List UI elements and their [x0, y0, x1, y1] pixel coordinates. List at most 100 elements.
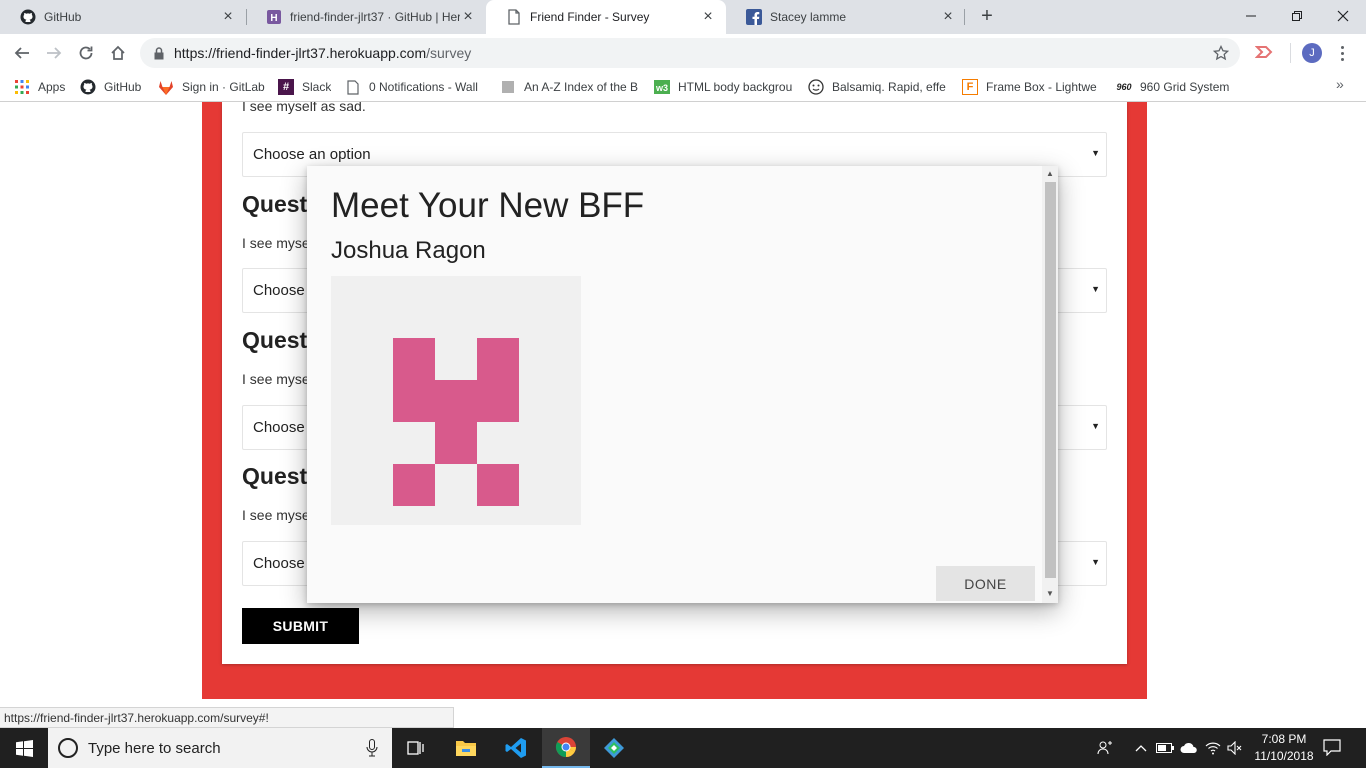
wifi-icon[interactable] [1204, 740, 1222, 756]
profile-avatar[interactable]: J [1302, 43, 1322, 63]
question-text: I see myself as sad. [242, 102, 366, 114]
balsamiq-icon [808, 79, 824, 95]
close-icon[interactable]: × [220, 9, 236, 25]
modal-title: Meet Your New BFF [331, 186, 645, 225]
tab-title: GitHub [44, 10, 82, 24]
match-avatar [331, 276, 581, 525]
minimize-button[interactable] [1228, 0, 1274, 32]
apps-grid-icon [14, 79, 30, 95]
bookmark-apps[interactable]: Apps [14, 76, 65, 98]
bookmark-az-index[interactable]: An A-Z Index of the B [500, 76, 640, 98]
windows-start-icon[interactable] [0, 728, 48, 768]
github-icon [80, 79, 96, 95]
tab-title: Stacey lamme [770, 10, 847, 24]
select-value: Choose [253, 282, 305, 299]
tab-heroku[interactable]: H friend-finder-jlrt37 · GitHub | Heroku… [246, 0, 486, 34]
bookmark-960-grid[interactable]: 960 960 Grid System [1116, 76, 1229, 98]
select-value: Choose [253, 419, 305, 436]
heroku-icon: H [266, 9, 282, 25]
vscode-icon[interactable] [492, 728, 540, 768]
modal-scrollbar[interactable]: ▲ ▼ [1042, 166, 1058, 603]
document-icon [345, 79, 361, 95]
taskbar-search-box[interactable]: Type here to search [48, 728, 392, 768]
match-modal: Meet Your New BFF Joshua Ragon DONE ▲ ▼ [307, 166, 1058, 603]
status-url: https://friend-finder-jlrt37.herokuapp.c… [4, 710, 269, 725]
onedrive-cloud-icon[interactable] [1180, 740, 1198, 756]
bookmark-slack[interactable]: # Slack [278, 76, 331, 98]
lock-icon[interactable] [152, 46, 166, 60]
bookmark-label: HTML body backgrou [678, 80, 793, 94]
question-heading: Quest [242, 463, 308, 489]
identicon-image [393, 338, 519, 506]
document-icon [500, 79, 516, 95]
bookmark-notifications[interactable]: 0 Notifications - Wall [345, 76, 485, 98]
dropdown-caret-icon: ▼ [1091, 148, 1100, 158]
search-placeholder: Type here to search [88, 739, 221, 757]
forward-arrow-icon[interactable] [42, 41, 66, 65]
grid960-icon: 960 [1116, 82, 1132, 92]
status-url-bubble: https://friend-finder-jlrt37.herokuapp.c… [0, 707, 454, 728]
bookmark-gitlab[interactable]: Sign in · GitLab [158, 76, 265, 98]
done-button[interactable]: DONE [936, 566, 1035, 601]
system-clock[interactable]: 7:08 PM 11/10/2018 [1248, 731, 1320, 765]
url-path: /survey [426, 45, 472, 61]
more-menu-icon[interactable] [1334, 42, 1350, 64]
reload-icon[interactable] [74, 41, 98, 65]
bookmark-github[interactable]: GitHub [80, 76, 141, 98]
chevron-up-icon[interactable] [1132, 740, 1150, 756]
page-icon [506, 9, 522, 25]
volume-muted-icon[interactable] [1226, 740, 1244, 756]
microphone-icon[interactable] [366, 739, 378, 762]
question-heading: Quest [242, 327, 308, 353]
facebook-icon [746, 9, 762, 25]
tab-friend-finder[interactable]: Friend Finder - Survey × [486, 0, 726, 34]
back-arrow-icon[interactable] [10, 41, 34, 65]
question-text: I see myse [242, 371, 310, 387]
match-name: Joshua Ragon [331, 237, 486, 264]
submit-button[interactable]: SUBMIT [242, 608, 359, 644]
task-view-icon[interactable] [392, 728, 440, 768]
question-heading: Quest [242, 191, 308, 217]
scroll-up-icon[interactable]: ▲ [1045, 169, 1055, 179]
file-explorer-icon[interactable] [442, 728, 490, 768]
bookmark-framebox[interactable]: F Frame Box - Lightwe [962, 76, 1102, 98]
address-bar[interactable]: https://friend-finder-jlrt37.herokuapp.c… [140, 38, 1240, 68]
bookmark-label: Slack [302, 80, 332, 94]
bookmark-label: GitHub [104, 80, 142, 94]
scroll-thumb[interactable] [1045, 182, 1056, 578]
battery-icon[interactable] [1156, 740, 1174, 756]
chrome-icon[interactable] [542, 728, 590, 768]
extension-icon[interactable] [1254, 43, 1274, 61]
gitlab-icon [158, 79, 174, 95]
bookmark-label: An A-Z Index of the B [524, 80, 639, 94]
svg-text:H: H [270, 13, 277, 24]
tab-strip: GitHub × H friend-finder-jlrt37 · GitHub… [0, 0, 1366, 34]
close-icon[interactable]: × [700, 9, 716, 25]
action-center-icon[interactable] [1322, 738, 1344, 758]
close-window-button[interactable] [1320, 0, 1366, 32]
clock-time: 7:08 PM [1261, 732, 1307, 746]
bookmark-label: Balsamiq. Rapid, effe [832, 80, 946, 94]
windows-taskbar: Type here to search 7:08 PM 11/10/2018 [0, 728, 1366, 768]
tab-facebook[interactable]: Stacey lamme × [726, 0, 966, 34]
close-icon[interactable]: × [940, 9, 956, 25]
select-value: Choose [253, 555, 305, 572]
close-icon[interactable]: × [460, 9, 476, 25]
cortana-icon [58, 738, 78, 758]
clock-date: 11/10/2018 [1254, 749, 1314, 763]
bookmark-star-icon[interactable] [1212, 44, 1230, 62]
bookmark-label: 960 Grid System [1140, 80, 1230, 94]
tab-github[interactable]: GitHub × [0, 0, 246, 34]
bookmark-balsamiq[interactable]: Balsamiq. Rapid, effe [808, 76, 948, 98]
bookmarks-overflow-icon[interactable]: » [1336, 76, 1350, 92]
tab-title: Friend Finder - Survey [530, 10, 650, 24]
new-tab-button[interactable]: + [976, 6, 998, 28]
bookmark-label: 0 Notifications - Wall [369, 80, 478, 94]
scroll-down-icon[interactable]: ▼ [1045, 589, 1055, 599]
people-icon[interactable] [1096, 740, 1114, 756]
github-icon [20, 9, 36, 25]
git-kraken-icon[interactable] [590, 728, 638, 768]
bookmark-html-body[interactable]: w3 HTML body backgrou [654, 76, 794, 98]
home-icon[interactable] [106, 41, 130, 65]
restore-button[interactable] [1274, 0, 1320, 32]
